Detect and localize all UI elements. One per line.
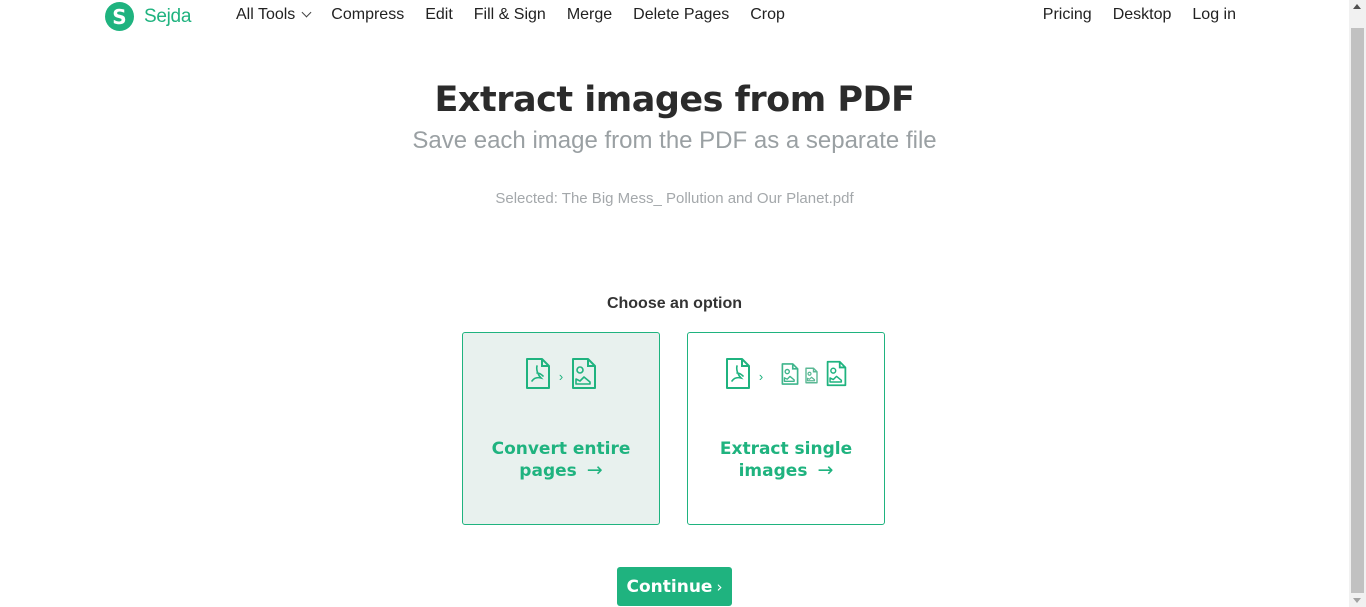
continue-label: Continue	[626, 576, 713, 597]
top-navbar: S Sejda All Tools Compress Edit Fill & S…	[0, 0, 1349, 34]
nav-log-in[interactable]: Log in	[1192, 6, 1236, 24]
nav-fill-sign[interactable]: Fill & Sign	[474, 6, 546, 24]
page-title: Extract images from PDF	[434, 80, 915, 120]
nav-merge[interactable]: Merge	[567, 6, 612, 24]
continue-button[interactable]: Continue ›	[617, 567, 732, 606]
scroll-down-arrow-icon[interactable]	[1353, 598, 1361, 603]
image-file-icon	[781, 362, 799, 391]
secondary-nav: Pricing Desktop Log in	[1022, 6, 1236, 24]
primary-nav: All Tools Compress Edit Fill & Sign Merg…	[236, 6, 806, 24]
sejda-logo[interactable]: S Sejda	[105, 2, 191, 31]
chevron-down-icon	[301, 7, 312, 18]
choose-option-heading: Choose an option	[606, 295, 743, 312]
option-convert-entire-pages[interactable]: › Convert entire pages →	[462, 332, 660, 525]
selected-file-text: Selected: The Big Mess_ Pollution and Ou…	[495, 190, 854, 207]
image-file-icon	[805, 367, 818, 389]
nav-pricing[interactable]: Pricing	[1043, 6, 1092, 24]
option-icons: ›	[688, 357, 884, 395]
scrollbar-thumb[interactable]	[1351, 28, 1364, 593]
logo-text: Sejda	[144, 5, 192, 27]
nav-desktop[interactable]: Desktop	[1113, 6, 1172, 24]
page: S Sejda All Tools Compress Edit Fill & S…	[0, 0, 1349, 607]
pdf-file-icon	[725, 357, 751, 395]
chevron-right-icon: ›	[558, 368, 564, 384]
image-file-icon	[826, 360, 847, 392]
option-extract-single-images[interactable]: › Extract single images →	[687, 332, 885, 525]
arrow-right-icon: →	[817, 459, 834, 481]
nav-all-tools-label: All Tools	[236, 6, 296, 23]
vertical-scrollbar[interactable]	[1349, 0, 1366, 607]
chevron-right-icon: ›	[716, 577, 723, 596]
nav-edit[interactable]: Edit	[425, 6, 453, 24]
option-label-line2: pages	[519, 461, 577, 481]
arrow-right-icon: →	[586, 459, 603, 481]
option-label: Extract single images →	[688, 439, 884, 482]
option-icons: ›	[463, 357, 659, 395]
nav-all-tools[interactable]: All Tools	[236, 6, 312, 24]
chevron-right-icon: ›	[758, 368, 764, 384]
page-subtitle: Save each image from the PDF as a separa…	[412, 127, 937, 154]
image-file-icon	[571, 357, 597, 395]
nav-crop[interactable]: Crop	[750, 6, 785, 24]
option-label-line1: Convert entire	[491, 439, 631, 459]
option-label-line2: images	[738, 461, 808, 481]
nav-compress[interactable]: Compress	[331, 6, 404, 24]
option-label-line1: Extract single	[719, 439, 853, 459]
option-label: Convert entire pages →	[463, 439, 659, 482]
nav-delete-pages[interactable]: Delete Pages	[633, 6, 729, 24]
logo-icon: S	[105, 2, 134, 31]
pdf-file-icon	[525, 357, 551, 395]
scroll-up-arrow-icon[interactable]	[1353, 4, 1361, 9]
